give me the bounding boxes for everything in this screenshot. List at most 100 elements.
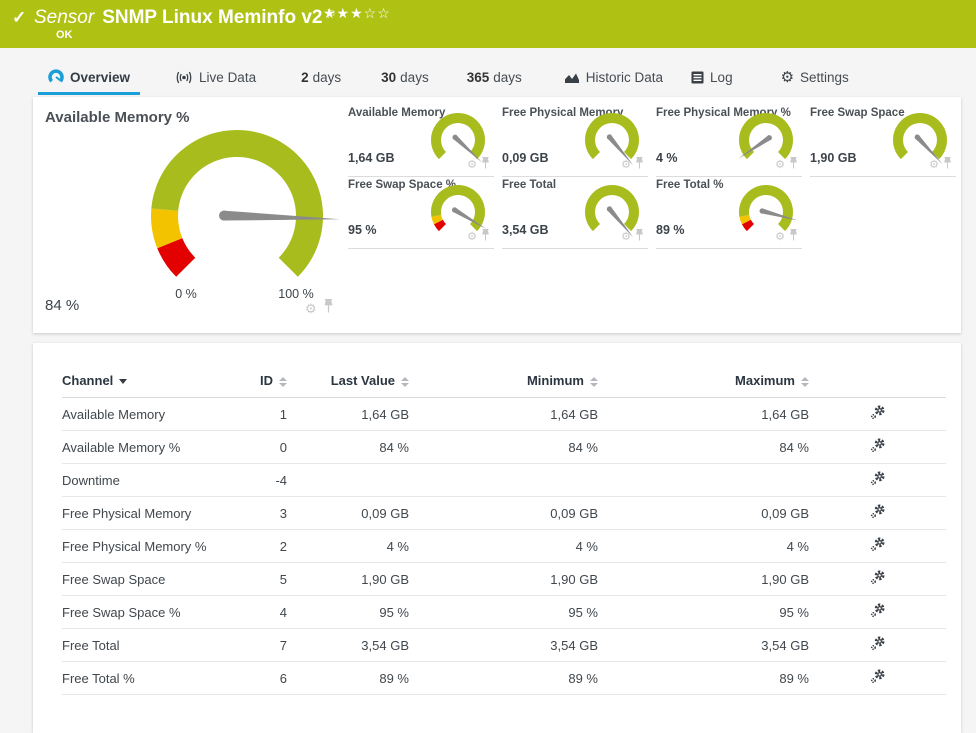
gauge-value: 3,54 GB [502, 223, 549, 237]
channel-row-available-memory: Available Memory % 0 84 % 84 % 84 % [62, 430, 946, 464]
pin-icon[interactable] [323, 299, 334, 318]
priority-stars[interactable]: ★★★☆☆ [323, 5, 391, 22]
channel-name-cell: Free Total % [62, 661, 257, 695]
channel-settings-icon[interactable] [869, 503, 886, 520]
tab-overview[interactable]: Overview [38, 62, 141, 95]
gauge-tile-free-swap-space[interactable]: Free Swap Space % 95 % ⚙ [348, 177, 494, 249]
pin-icon[interactable] [789, 156, 798, 174]
gauge-value: 4 % [656, 151, 678, 165]
gear-icon[interactable]: ⚙ [621, 159, 631, 171]
pin-icon[interactable] [481, 156, 490, 174]
gear-icon[interactable]: ⚙ [929, 159, 939, 171]
channel-settings-cell [809, 562, 946, 596]
tab-settings[interactable]: ⚙ Settings [771, 62, 859, 95]
channel-name-cell: Free Swap Space [62, 562, 257, 596]
channel-id-cell: 2 [257, 529, 287, 563]
channel-settings-icon[interactable] [869, 437, 886, 454]
channel-row-free-physical-memory: Free Physical Memory % 2 4 % 4 % 4 % [62, 529, 946, 563]
table-header-row: Channel ID Last Value Minimum Maximum [62, 373, 946, 398]
pin-icon[interactable] [635, 156, 644, 174]
column-header-id[interactable]: ID [257, 373, 287, 398]
gauge-value: 1,90 GB [810, 151, 857, 165]
channel-minimum-cell: 95 % [409, 595, 598, 629]
sensor-status-banner: ✓ Sensor SNMP Linux Meminfo v2 ⚐ ★★★☆☆ OK [0, 0, 976, 48]
gauge-tile-free-swap-space[interactable]: Free Swap Space 1,90 GB ⚙ [810, 105, 956, 177]
stars-filled[interactable]: ★★★ [323, 5, 364, 21]
channel-settings-icon[interactable] [869, 635, 886, 652]
channel-settings-icon[interactable] [869, 404, 886, 421]
channel-settings-icon[interactable] [869, 536, 886, 553]
tab-log[interactable]: Log [681, 62, 743, 95]
channel-settings-cell [809, 463, 946, 497]
channel-last-value-cell: 95 % [287, 595, 409, 629]
channel-settings-icon[interactable] [869, 569, 886, 586]
channel-settings-icon[interactable] [869, 668, 886, 685]
tab-live-data[interactable]: Live Data [165, 62, 266, 95]
tab-label: days [493, 69, 522, 85]
pin-icon[interactable] [943, 156, 952, 174]
area-chart-icon [564, 71, 580, 84]
tab-number: 30 [381, 69, 397, 85]
channel-minimum-cell: 84 % [409, 430, 598, 464]
tab-2-days[interactable]: 2 days [291, 62, 351, 95]
gauge-tile-free-total[interactable]: Free Total % 89 % ⚙ [656, 177, 802, 249]
gauges-panel: Available Memory % 0 % 100 % 84 % ⚙ Avai… [33, 97, 961, 333]
column-header-last-value[interactable]: Last Value [287, 373, 409, 398]
channel-maximum-cell: 0,09 GB [598, 496, 809, 530]
channel-last-value-cell: 3,54 GB [287, 628, 409, 662]
channel-row-free-swap-space: Free Swap Space 5 1,90 GB 1,90 GB 1,90 GB [62, 562, 946, 596]
channel-id-cell: 7 [257, 628, 287, 662]
pin-icon[interactable] [635, 228, 644, 246]
tab-label: Live Data [199, 69, 257, 85]
gear-icon[interactable]: ⚙ [305, 302, 317, 315]
gauge-icon [48, 69, 64, 85]
gauge-tile-free-total[interactable]: Free Total 3,54 GB ⚙ [502, 177, 648, 249]
channel-table: Channel ID Last Value Minimum Maximum Av… [62, 373, 946, 695]
log-icon [691, 71, 704, 84]
tab-30-days[interactable]: 30 days [371, 62, 439, 95]
channel-settings-cell [809, 430, 946, 464]
main-gauge-icons: ⚙ [305, 299, 334, 318]
channel-last-value-cell: 4 % [287, 529, 409, 563]
gear-icon[interactable]: ⚙ [775, 231, 785, 243]
channel-settings-icon[interactable] [869, 602, 886, 619]
tab-historic-data[interactable]: Historic Data [554, 62, 673, 95]
gauge-tile-free-physical-memory[interactable]: Free Physical Memory % 4 % ⚙ [656, 105, 802, 177]
channel-row-downtime: Downtime -4 [62, 463, 946, 497]
stars-empty[interactable]: ☆☆ [364, 5, 391, 21]
gauge-title: Free Total [502, 179, 557, 191]
sensor-name: SNMP Linux Meminfo v2 [102, 7, 323, 28]
gauge-tile-available-memory[interactable]: Available Memory 1,64 GB ⚙ [348, 105, 494, 177]
tab-365-days[interactable]: 365 days [457, 62, 532, 95]
column-label: Minimum [526, 373, 584, 388]
column-header-maximum[interactable]: Maximum [598, 373, 809, 398]
column-header-minimum[interactable]: Minimum [409, 373, 598, 398]
channel-id-cell: 0 [257, 430, 287, 464]
channel-name-cell: Free Physical Memory [62, 496, 257, 530]
live-icon [175, 71, 193, 84]
gear-icon[interactable]: ⚙ [775, 159, 785, 171]
sensor-title-line: Sensor SNMP Linux Meminfo v2 ⚐ [34, 7, 336, 29]
channel-minimum-cell: 89 % [409, 661, 598, 695]
sort-icon [279, 376, 287, 387]
channel-settings-icon[interactable] [869, 470, 886, 487]
gear-icon[interactable]: ⚙ [621, 231, 631, 243]
channel-maximum-cell: 4 % [598, 529, 809, 563]
channel-id-cell: 3 [257, 496, 287, 530]
channel-row-free-total: Free Total 7 3,54 GB 3,54 GB 3,54 GB [62, 628, 946, 662]
pin-icon[interactable] [481, 228, 490, 246]
column-header-channel[interactable]: Channel [62, 373, 257, 398]
column-label: Channel [62, 373, 114, 388]
gear-icon[interactable]: ⚙ [467, 231, 477, 243]
channel-settings-cell [809, 661, 946, 695]
pin-icon[interactable] [789, 228, 798, 246]
gauge-tile-free-physical-memory[interactable]: Free Physical Memory 0,09 GB ⚙ [502, 105, 648, 177]
channel-maximum-cell: 1,64 GB [598, 397, 809, 431]
channels-panel: Channel ID Last Value Minimum Maximum Av… [33, 343, 961, 733]
sort-desc-icon [119, 379, 128, 385]
tab-label: Settings [800, 69, 849, 85]
channel-last-value-cell: 1,90 GB [287, 562, 409, 596]
gear-icon[interactable]: ⚙ [467, 159, 477, 171]
gauge-scale-min: 0 % [175, 287, 197, 301]
check-icon: ✓ [12, 8, 27, 27]
